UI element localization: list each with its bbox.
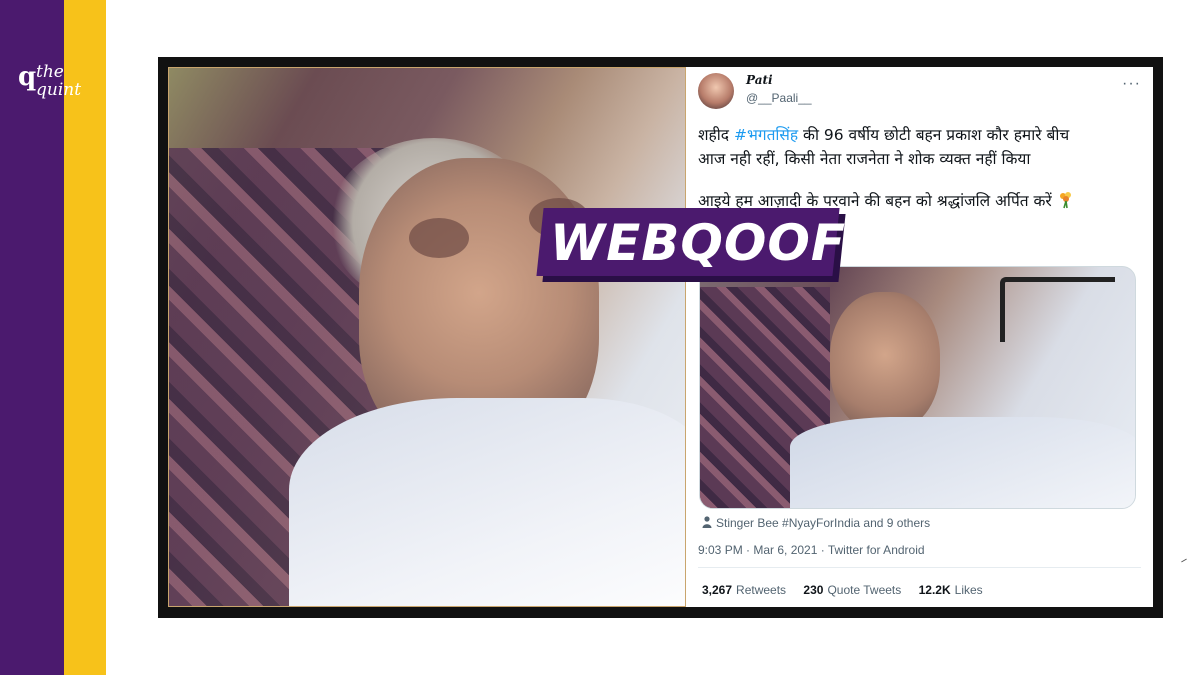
media-bed-rail — [1000, 277, 1115, 342]
tweet-text-line-1-rest: की 96 वर्षीय छोटी बहन प्रकाश कौर हमारे ब… — [798, 126, 1070, 144]
the-quint-logo: q the quint — [16, 60, 96, 108]
bed-sheet — [289, 398, 685, 606]
tweet-text-line-1: शहीद #भगतसिंह की 96 वर्षीय छोटी बहन प्रक… — [698, 123, 1138, 147]
bouquet-icon — [1059, 192, 1071, 209]
retweets-stat[interactable]: 3,267 Retweets — [702, 583, 786, 597]
tweet-text-line-2: आज नही रहीं, किसी नेता राजनेता ने शोक व्… — [698, 150, 1031, 168]
tweet-card: Pati @__Paali__ ··· शहीद #भगतसिंह की 96 … — [686, 67, 1153, 607]
liked-by-text: Stinger Bee #NyayForIndia and 9 others — [716, 516, 931, 530]
more-options-icon[interactable]: ··· — [1122, 75, 1141, 93]
retweets-label: Retweets — [736, 583, 787, 597]
logo-text-the: the — [36, 62, 64, 82]
likes-stat[interactable]: 12.2K Likes — [919, 583, 983, 597]
likes-count: 12.2K — [918, 583, 951, 597]
logo-text-quint: quint — [36, 80, 82, 100]
tweet-display-name[interactable]: Pati — [746, 73, 773, 87]
quotes-label: Quote Tweets — [827, 583, 902, 597]
tweet-handle[interactable]: @__Paali__ — [746, 91, 812, 105]
hashtag-link[interactable]: #भगतसिंह — [734, 126, 798, 144]
tweet-text: शहीद #भगतसिंह की 96 वर्षीय छोटी बहन प्रक… — [698, 123, 1138, 213]
webqoof-badge: WEBQOOF — [536, 208, 848, 286]
liked-by-row[interactable]: Stinger Bee #NyayForIndia and 9 others — [702, 516, 930, 530]
person-icon — [702, 516, 712, 528]
likes-label: Likes — [954, 583, 983, 597]
avatar[interactable] — [698, 73, 734, 109]
quote-tweets-stat[interactable]: 230 Quote Tweets — [803, 583, 901, 597]
media-sheet — [790, 417, 1135, 508]
retweets-count: 3,267 — [702, 583, 733, 597]
tweet-text-prefix: शहीद — [698, 126, 734, 144]
divider — [698, 567, 1141, 568]
elderly-woman-photo — [168, 67, 686, 607]
quotes-count: 230 — [803, 583, 824, 597]
tweet-stats: 3,267 Retweets 230 Quote Tweets 12.2K Likes — [702, 583, 997, 597]
tick-mark — [1181, 558, 1187, 563]
tweet-timestamp[interactable]: 9:03 PM · Mar 6, 2021 · Twitter for Andr… — [698, 543, 925, 557]
logo-mark: q — [18, 62, 37, 92]
webqoof-label: WEBQOOF — [550, 214, 847, 272]
eye-shadow-left — [409, 218, 469, 258]
tweet-media-photo[interactable] — [699, 266, 1136, 509]
media-face — [830, 292, 940, 432]
